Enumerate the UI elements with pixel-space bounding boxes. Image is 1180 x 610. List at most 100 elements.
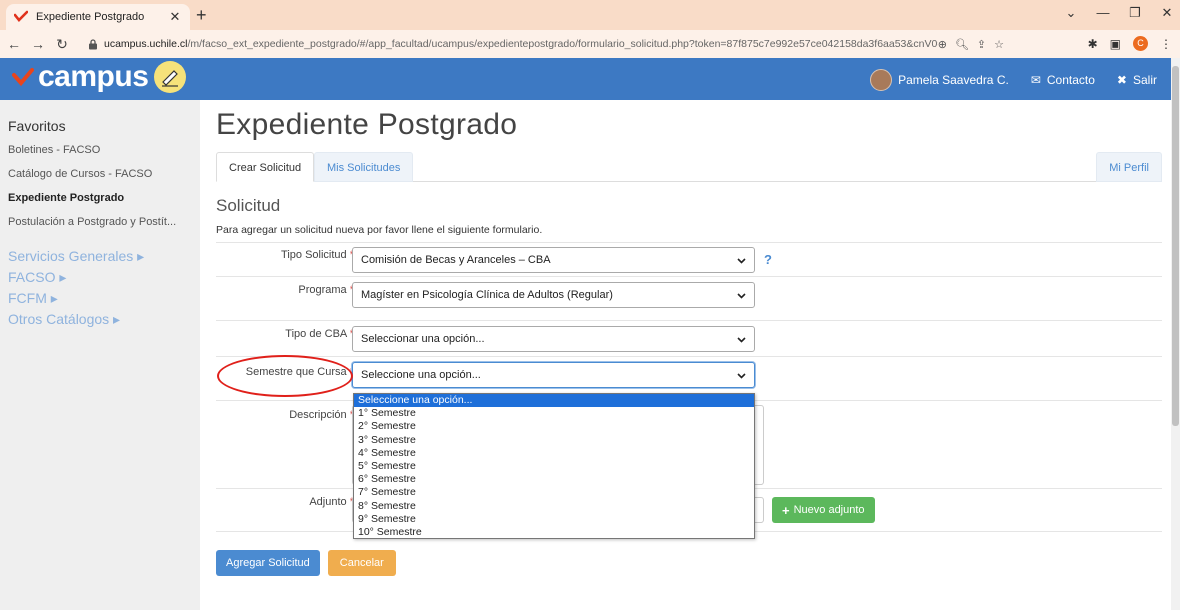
menu-kebab-icon[interactable]: ⋮ <box>1160 37 1172 51</box>
zoom-icon[interactable]: 🔍︎ <box>955 38 969 51</box>
close-window-icon[interactable]: ✕ <box>1160 5 1174 21</box>
profile-avatar[interactable]: C <box>1133 36 1148 51</box>
sidebar-item-catalogo[interactable]: Catálogo de Cursos - FACSO <box>8 162 194 186</box>
scrollbar-thumb[interactable] <box>1172 66 1179 426</box>
dropdown-option[interactable]: 1° Semestre <box>354 407 754 420</box>
close-tab-icon[interactable]: ✕ <box>168 9 182 25</box>
help-icon[interactable]: ? <box>764 252 772 267</box>
logout-link[interactable]: ✖ Salir <box>1117 73 1157 87</box>
tipo-solicitud-select[interactable]: Comisión de Becas y Aranceles – CBA <box>352 247 755 273</box>
dropdown-option[interactable]: Seleccione una opción... <box>354 394 754 408</box>
header-user-area: Pamela Saavedra C. ✉ Contacto ✖ Salir <box>870 69 1157 91</box>
dropdown-option[interactable]: 5° Semestre <box>354 460 754 473</box>
user-name: Pamela Saavedra C. <box>898 73 1009 87</box>
address-bar[interactable]: ucampus.uchile.cl/m/facso_ext_expediente… <box>82 33 1010 55</box>
close-icon: ✖ <box>1116 73 1127 87</box>
adjunto-label: Adjunto <box>309 496 347 508</box>
favorites-title: Favoritos <box>8 118 66 134</box>
dropdown-option[interactable]: 8° Semestre <box>354 500 754 513</box>
field-label: Tipo de CBA * <box>285 328 354 340</box>
ucampus-favicon-icon <box>14 10 28 22</box>
nuevo-adjunto-label: Nuevo adjunto <box>793 504 865 516</box>
tipo-solicitud-label: Tipo Solicitud <box>281 249 347 261</box>
browser-toolbar: ← → ↻ ucampus.uchile.cl/m/facso_ext_expe… <box>0 30 1180 58</box>
reload-icon[interactable]: ↻ <box>52 36 72 53</box>
annotation-ellipse <box>217 355 353 397</box>
install-app-icon[interactable]: ⊕ <box>938 38 947 51</box>
sidebar-category-servicios[interactable]: Servicios Generales ▸ <box>8 246 200 267</box>
semestre-value: Seleccione una opción... <box>361 369 481 381</box>
section-title: Solicitud <box>216 196 281 215</box>
page-title: Expediente Postgrado <box>216 108 518 141</box>
url-path: /m/facso_ext_expediente_postgrado/#/app_… <box>187 38 938 50</box>
contact-link[interactable]: ✉ Contacto <box>1031 73 1095 87</box>
form-actions: Agregar Solicitud Cancelar <box>216 550 396 576</box>
main-content: Expediente Postgrado Crear Solicitud Mis… <box>216 100 1162 532</box>
chevron-down-icon <box>737 257 746 264</box>
restore-icon[interactable]: ❐ <box>1128 5 1142 21</box>
chevron-down-icon <box>737 336 746 343</box>
row-tipo-cba: Tipo de CBA * Seleccionar una opción... <box>216 320 1162 356</box>
sidebar-category-facso[interactable]: FACSO ▸ <box>8 267 200 288</box>
forward-icon[interactable]: → <box>28 36 48 52</box>
field-label: Tipo Solicitud * <box>281 249 354 261</box>
sidebar-item-postulacion[interactable]: Postulación a Postgrado y Postít... <box>8 210 194 234</box>
field-label: Descripción * <box>289 409 354 421</box>
browser-tab-title: Expediente Postgrado <box>36 11 145 23</box>
logo-text: campus <box>38 60 149 93</box>
sidebar-item-expediente[interactable]: Expediente Postgrado <box>8 186 194 210</box>
nuevo-adjunto-button[interactable]: + Nuevo adjunto <box>772 497 875 523</box>
row-tipo-solicitud: Tipo Solicitud * Comisión de Becas y Ara… <box>216 242 1162 276</box>
sidebar-item-boletines[interactable]: Boletines - FACSO <box>8 138 194 162</box>
share-icon[interactable]: ⇪ <box>977 38 986 51</box>
browser-tab[interactable]: Expediente Postgrado ✕ <box>6 4 190 30</box>
cancelar-button[interactable]: Cancelar <box>327 550 396 576</box>
sidebar-category-otros[interactable]: Otros Catálogos ▸ <box>8 309 200 330</box>
tab-search-icon[interactable]: ⌄ <box>1064 5 1078 21</box>
field-label: Programa * <box>298 284 354 296</box>
programa-select[interactable]: Magíster en Psicología Clínica de Adulto… <box>352 282 755 308</box>
sidebar-categories: Servicios Generales ▸ FACSO ▸ FCFM ▸ Otr… <box>8 246 200 330</box>
app-header: campus Pamela Saavedra C. ✉ Contacto ✖ S… <box>0 58 1171 100</box>
dropdown-option[interactable]: 2° Semestre <box>354 420 754 433</box>
browser-extensions: ✱ ▣ C ⋮ <box>1088 36 1172 51</box>
semestre-select[interactable]: Seleccione una opción... <box>352 362 755 388</box>
tipo-cba-label: Tipo de CBA <box>285 328 347 340</box>
extensions-icon[interactable]: ✱ <box>1088 37 1098 51</box>
semestre-dropdown-list[interactable]: Seleccione una opción... 1° Semestre 2° Se… <box>353 393 755 539</box>
user-menu[interactable]: Pamela Saavedra C. <box>870 69 1009 91</box>
tab-bar: Crear Solicitud Mis Solicitudes Mi Perfi… <box>216 152 1162 182</box>
ucampus-logo[interactable]: campus <box>12 60 187 94</box>
descripcion-label: Descripción <box>289 409 347 421</box>
tab-mi-perfil[interactable]: Mi Perfil <box>1096 152 1162 182</box>
dropdown-option[interactable]: 4° Semestre <box>354 447 754 460</box>
bookmark-star-icon[interactable]: ☆ <box>994 38 1004 51</box>
logo-pencil-icon <box>154 61 187 93</box>
agregar-solicitud-button[interactable]: Agregar Solicitud <box>216 550 320 576</box>
dropdown-option[interactable]: 9° Semestre <box>354 513 754 526</box>
form-intro: Para agregar un solicitud nueva por favo… <box>216 224 543 236</box>
programa-value: Magíster en Psicología Clínica de Adulto… <box>361 289 613 301</box>
tipo-cba-select[interactable]: Seleccionar una opción... <box>352 326 755 352</box>
page-scrollbar[interactable] <box>1171 58 1180 610</box>
new-tab-icon[interactable]: + <box>196 6 207 24</box>
browser-tab-strip: Expediente Postgrado ✕ + ⌄ — ❐ ✕ <box>0 0 1180 30</box>
side-panel-icon[interactable]: ▣ <box>1110 37 1121 51</box>
chevron-down-icon <box>737 372 746 379</box>
url-text: ucampus.uchile.cl/m/facso_ext_expediente… <box>104 38 938 50</box>
dropdown-option[interactable]: 3° Semestre <box>354 434 754 447</box>
contact-label: Contacto <box>1046 73 1095 87</box>
row-programa: Programa * Magíster en Psicología Clínic… <box>216 276 1162 320</box>
dropdown-option[interactable]: 6° Semestre <box>354 473 754 486</box>
chevron-down-icon <box>737 292 746 299</box>
tab-mis-solicitudes[interactable]: Mis Solicitudes <box>314 152 414 182</box>
dropdown-option[interactable]: 10° Semestre <box>354 526 754 539</box>
minimize-icon[interactable]: — <box>1096 5 1110 21</box>
dropdown-option[interactable]: 7° Semestre <box>354 486 754 499</box>
logout-label: Salir <box>1132 73 1157 87</box>
avatar <box>870 69 893 91</box>
sidebar-category-fcfm[interactable]: FCFM ▸ <box>8 288 200 309</box>
tab-crear-solicitud[interactable]: Crear Solicitud <box>216 152 315 182</box>
window-controls: ⌄ — ❐ ✕ <box>1064 5 1174 21</box>
back-icon[interactable]: ← <box>4 36 24 52</box>
